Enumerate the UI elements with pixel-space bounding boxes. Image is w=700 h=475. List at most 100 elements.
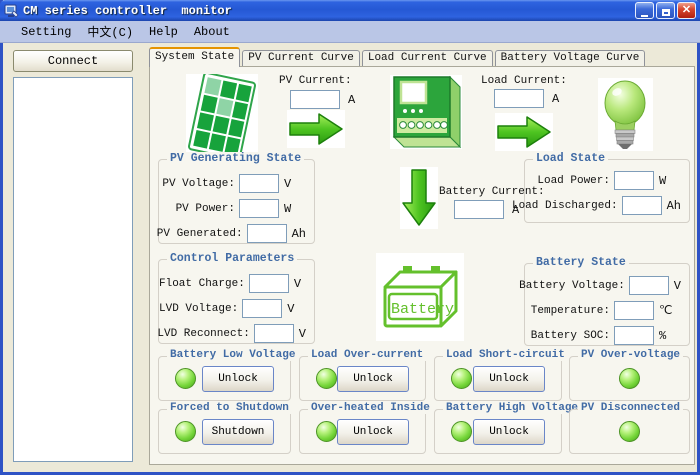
load-state-group: Load State Load Power: W Load Discharged… [524,159,690,223]
pv-generated-row: PV Generated: Ah [159,221,314,246]
forced-to-shutdown-button[interactable]: Shutdown [202,419,274,445]
pv-generating-state-title: PV Generating State [167,152,304,165]
menu-setting[interactable]: Setting [13,23,79,41]
pv-current-label: PV Current: [279,75,352,87]
maximize-button[interactable] [656,2,675,19]
load-power-unit: W [659,174,681,188]
over-heated-inside-led [316,421,337,442]
battery-voltage-row: Battery Voltage: V [525,273,689,298]
alarm-pv-over-voltage: PV Over-voltage [569,356,690,401]
lvd-voltage-label: LVD Voltage: [159,303,238,315]
lvd-reconnect-label: LVD Reconnect: [157,328,249,340]
lvd-reconnect-row: LVD Reconnect: V [159,321,314,346]
pv-current-unit: A [348,93,355,107]
alarm-pv-disconnected-title: PV Disconnected [578,402,683,414]
load-discharged-input[interactable] [622,196,662,215]
alarm-load-short-circuit-title: Load Short-circuit [443,349,568,361]
alarm-forced-to-shutdown: Forced to Shutdown Shutdown [158,409,291,454]
system-state-panel: PV Current: A [149,66,695,465]
battery-high-voltage-led [451,421,472,442]
battery-low-voltage-unlock-button[interactable]: Unlock [202,366,274,392]
window-title: CM series controller monitor [23,4,635,18]
close-button[interactable]: ✕ [677,2,696,19]
alarm-load-short-circuit: Load Short-circuit Unlock [434,356,562,401]
battery-state-title: Battery State [533,256,629,269]
tab-pv-current-curve[interactable]: PV Current Curve [242,50,360,67]
pv-generating-state-group: PV Generating State PV Voltage: V PV Pow… [158,159,315,244]
float-charge-label: Float Charge: [159,278,245,290]
battery-icon-label: Battery [391,301,454,318]
float-charge-input[interactable] [249,274,289,293]
forced-to-shutdown-led [175,421,196,442]
lvd-voltage-unit: V [287,302,306,316]
alarm-pv-over-voltage-title: PV Over-voltage [578,349,683,361]
tab-system-state[interactable]: System State [149,47,240,67]
load-power-input[interactable] [614,171,654,190]
minimize-icon [641,15,648,17]
load-discharged-label: Load Discharged: [512,200,618,212]
battery-high-voltage-unlock-button[interactable]: Unlock [473,419,545,445]
arrow-right-pv-icon [287,110,345,148]
alarm-battery-high-voltage: Battery High Voltage Unlock [434,409,562,454]
load-over-current-unlock-button[interactable]: Unlock [337,366,409,392]
battery-low-voltage-led [175,368,196,389]
lvd-reconnect-input[interactable] [254,324,294,343]
pv-voltage-label: PV Voltage: [162,178,235,190]
close-icon: ✕ [682,4,691,16]
pv-voltage-unit: V [284,177,306,191]
app-window: CM series controller monitor ✕ Setting 中… [0,0,700,475]
battery-soc-input[interactable] [614,326,654,345]
load-discharged-unit: Ah [667,199,681,213]
pv-power-row: PV Power: W [159,196,314,221]
battery-state-group: Battery State Battery Voltage: V Tempera… [524,263,690,346]
pv-generated-input[interactable] [247,224,287,243]
over-heated-inside-unlock-button[interactable]: Unlock [337,419,409,445]
alarm-over-heated-inside-title: Over-heated Inside [308,402,433,414]
load-over-current-led [316,368,337,389]
alarm-load-over-current-title: Load Over-current [308,349,426,361]
battery-voltage-unit: V [674,279,681,293]
battery-voltage-input[interactable] [629,276,669,295]
temperature-input[interactable] [614,301,654,320]
battery-current-input[interactable] [454,200,504,219]
alarm-pv-disconnected: PV Disconnected [569,409,690,454]
pv-voltage-input[interactable] [239,174,279,193]
title-bar: CM series controller monitor ✕ [0,0,700,21]
load-state-title: Load State [533,152,608,165]
battery-soc-label: Battery SOC: [531,330,610,342]
menu-help[interactable]: Help [141,23,186,41]
alarm-load-over-current: Load Over-current Unlock [299,356,426,401]
load-current-input[interactable] [494,89,544,108]
battery-soc-unit: % [659,329,681,343]
tab-battery-voltage-curve[interactable]: Battery Voltage Curve [495,50,646,67]
alarm-battery-low-voltage: Battery Low Voltage Unlock [158,356,291,401]
load-discharged-row: Load Discharged: Ah [525,193,689,218]
temperature-unit: ℃ [659,303,681,318]
float-charge-row: Float Charge: V [159,271,314,296]
lvd-voltage-row: LVD Voltage: V [159,296,314,321]
alarm-over-heated-inside: Over-heated Inside Unlock [299,409,426,454]
minimize-button[interactable] [635,2,654,19]
pv-over-voltage-led [619,368,640,389]
battery-soc-row: Battery SOC: % [525,323,689,348]
battery-voltage-label: Battery Voltage: [519,280,625,292]
pv-voltage-row: PV Voltage: V [159,171,314,196]
tab-load-current-curve[interactable]: Load Current Curve [362,50,493,67]
pv-power-input[interactable] [239,199,279,218]
menu-language[interactable]: 中文(C) [79,21,141,42]
menu-about[interactable]: About [186,23,238,41]
solar-panel-icon [186,74,258,158]
temperature-row: Temperature: ℃ [525,298,689,323]
tab-strip: System State PV Current Curve Load Curre… [149,47,647,67]
pv-current-input[interactable] [290,90,340,109]
load-short-circuit-unlock-button[interactable]: Unlock [473,366,545,392]
connect-button[interactable]: Connect [13,50,133,72]
lvd-voltage-input[interactable] [242,299,282,318]
pv-power-label: PV Power: [176,203,235,215]
load-short-circuit-led [451,368,472,389]
arrow-down-battery-icon [400,167,438,229]
pv-power-unit: W [284,202,306,216]
controller-icon [390,75,462,149]
pv-generated-label: PV Generated: [157,228,243,240]
device-list[interactable] [13,77,133,462]
